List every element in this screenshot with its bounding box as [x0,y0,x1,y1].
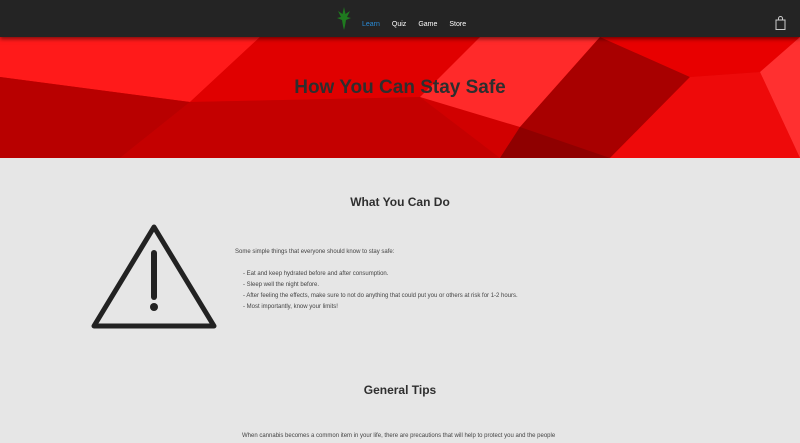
warning-triangle-icon [91,224,217,329]
cannabis-leaf-icon[interactable] [336,6,352,30]
safety-intro-text: Some simple things that everyone should … [235,249,395,255]
nav-link-learn[interactable]: Learn [362,20,380,30]
nav-links: Learn Quiz Game Store [362,20,478,30]
nav-link-game[interactable]: Game [418,20,437,30]
general-tips-heading: General Tips [363,383,437,397]
what-you-can-do-heading: What You Can Do [350,195,450,209]
hero-title: How You Can Stay Safe [294,77,506,98]
shopping-bag-icon[interactable] [775,16,786,30]
safety-tips-list: - Eat and keep hydrated before and after… [243,269,518,313]
list-item: - Eat and keep hydrated before and after… [243,271,389,277]
top-navbar: Learn Quiz Game Store [0,0,800,37]
list-item: - Sleep well the night before. [243,282,320,288]
nav-link-store[interactable]: Store [449,20,466,30]
general-tips-text: When cannabis becomes a common item in y… [242,433,556,439]
hero-banner: How You Can Stay Safe [0,37,800,158]
list-item: - After feeling the effects, make sure t… [243,293,518,299]
list-item: - Most importantly, know your limits! [243,304,338,310]
nav-link-quiz[interactable]: Quiz [392,20,406,30]
